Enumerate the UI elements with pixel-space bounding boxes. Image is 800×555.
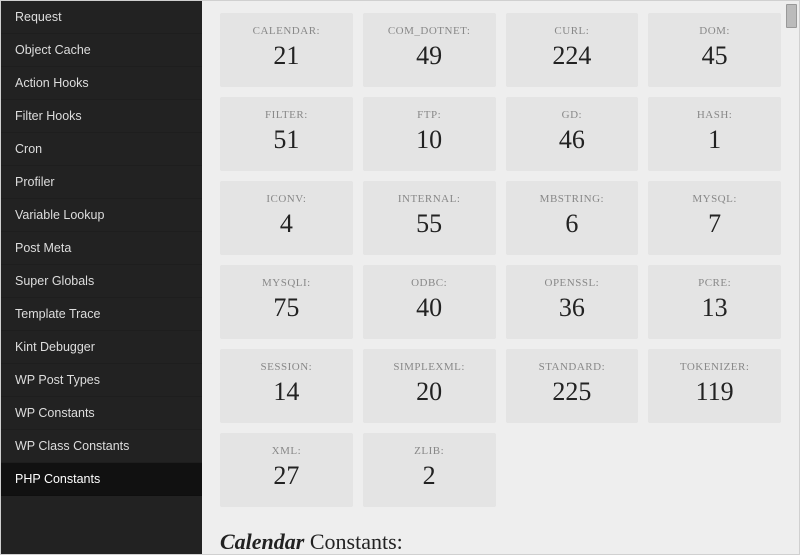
stat-card[interactable]: STANDARD: 225: [506, 349, 639, 423]
sidebar-item-object-cache[interactable]: Object Cache: [1, 34, 202, 67]
sidebar-item-template-trace[interactable]: Template Trace: [1, 298, 202, 331]
stat-card[interactable]: INTERNAL: 55: [363, 181, 496, 255]
stat-card[interactable]: CURL: 224: [506, 13, 639, 87]
section-title-rest: Constants:: [304, 529, 402, 554]
stat-card[interactable]: PCRE: 13: [648, 265, 781, 339]
stat-card[interactable]: FILTER: 51: [220, 97, 353, 171]
stat-card-label: PCRE:: [656, 277, 773, 289]
stat-card-label: XML:: [228, 445, 345, 457]
stat-card-value: 224: [514, 41, 631, 71]
stat-card-value: 27: [228, 461, 345, 491]
stat-card-value: 55: [371, 209, 488, 239]
stat-card[interactable]: ICONV: 4: [220, 181, 353, 255]
stat-card-value: 225: [514, 377, 631, 407]
stat-card[interactable]: SESSION: 14: [220, 349, 353, 423]
stat-card-label: ICONV:: [228, 193, 345, 205]
stat-card[interactable]: ZLIB: 2: [363, 433, 496, 507]
sidebar-item-profiler[interactable]: Profiler: [1, 166, 202, 199]
stat-card-value: 7: [656, 209, 773, 239]
sidebar: RequestObject CacheAction HooksFilter Ho…: [1, 1, 202, 554]
stat-card-value: 51: [228, 125, 345, 155]
stat-card[interactable]: XML: 27: [220, 433, 353, 507]
sidebar-item-request[interactable]: Request: [1, 1, 202, 34]
stat-card-label: CALENDAR:: [228, 25, 345, 37]
stat-card[interactable]: ODBC: 40: [363, 265, 496, 339]
stat-card-label: OPENSSL:: [514, 277, 631, 289]
stat-card-value: 14: [228, 377, 345, 407]
stat-card-value: 1: [656, 125, 773, 155]
sidebar-item-variable-lookup[interactable]: Variable Lookup: [1, 199, 202, 232]
stat-card-value: 13: [656, 293, 773, 323]
stat-card-label: FTP:: [371, 109, 488, 121]
stat-card-value: 45: [656, 41, 773, 71]
stat-card-value: 4: [228, 209, 345, 239]
stat-card[interactable]: FTP: 10: [363, 97, 496, 171]
stat-card[interactable]: OPENSSL: 36: [506, 265, 639, 339]
stat-card-value: 6: [514, 209, 631, 239]
sidebar-item-super-globals[interactable]: Super Globals: [1, 265, 202, 298]
stat-card-label: DOM:: [656, 25, 773, 37]
sidebar-item-kint-debugger[interactable]: Kint Debugger: [1, 331, 202, 364]
sidebar-item-wp-constants[interactable]: WP Constants: [1, 397, 202, 430]
sidebar-item-cron[interactable]: Cron: [1, 133, 202, 166]
sidebar-item-filter-hooks[interactable]: Filter Hooks: [1, 100, 202, 133]
stat-card-label: ODBC:: [371, 277, 488, 289]
stat-card-value: 10: [371, 125, 488, 155]
sidebar-item-wp-post-types[interactable]: WP Post Types: [1, 364, 202, 397]
sidebar-item-wp-class-constants[interactable]: WP Class Constants: [1, 430, 202, 463]
stat-card[interactable]: SIMPLEXML: 20: [363, 349, 496, 423]
stat-card-label: MYSQLI:: [228, 277, 345, 289]
stat-card[interactable]: MYSQL: 7: [648, 181, 781, 255]
constants-grid: CALENDAR:21COM_DOTNET:49CURL:224DOM:45FI…: [220, 13, 781, 507]
stat-card-value: 40: [371, 293, 488, 323]
stat-card-label: CURL:: [514, 25, 631, 37]
stat-card-value: 36: [514, 293, 631, 323]
stat-card[interactable]: CALENDAR: 21: [220, 13, 353, 87]
stat-card-label: MYSQL:: [656, 193, 773, 205]
stat-card-value: 46: [514, 125, 631, 155]
stat-card-label: ZLIB:: [371, 445, 488, 457]
stat-card-label: MBSTRING:: [514, 193, 631, 205]
stat-card-label: COM_DOTNET:: [371, 25, 488, 37]
stat-card-label: INTERNAL:: [371, 193, 488, 205]
sidebar-item-php-constants[interactable]: PHP Constants: [1, 463, 202, 496]
stat-card-label: STANDARD:: [514, 361, 631, 373]
stat-card-value: 21: [228, 41, 345, 71]
stat-card[interactable]: HASH: 1: [648, 97, 781, 171]
stat-card[interactable]: MBSTRING: 6: [506, 181, 639, 255]
stat-card-label: TOKENIZER:: [656, 361, 773, 373]
stat-card-value: 75: [228, 293, 345, 323]
stat-card[interactable]: TOKENIZER: 119: [648, 349, 781, 423]
main-content: CALENDAR:21COM_DOTNET:49CURL:224DOM:45FI…: [202, 1, 799, 554]
stat-card[interactable]: COM_DOTNET: 49: [363, 13, 496, 87]
scrollbar-thumb[interactable]: [786, 4, 797, 28]
stat-card[interactable]: DOM: 45: [648, 13, 781, 87]
section-title-em: Calendar: [220, 529, 304, 554]
stat-card[interactable]: MYSQLI: 75: [220, 265, 353, 339]
stat-card-value: 2: [371, 461, 488, 491]
sidebar-item-post-meta[interactable]: Post Meta: [1, 232, 202, 265]
stat-card-value: 49: [371, 41, 488, 71]
stat-card-label: GD:: [514, 109, 631, 121]
sidebar-item-action-hooks[interactable]: Action Hooks: [1, 67, 202, 100]
stat-card-label: SIMPLEXML:: [371, 361, 488, 373]
stat-card-label: SESSION:: [228, 361, 345, 373]
stat-card-label: HASH:: [656, 109, 773, 121]
stat-card[interactable]: GD: 46: [506, 97, 639, 171]
stat-card-value: 20: [371, 377, 488, 407]
section-title: Calendar Constants:: [220, 529, 781, 554]
stat-card-value: 119: [656, 377, 773, 407]
stat-card-label: FILTER:: [228, 109, 345, 121]
